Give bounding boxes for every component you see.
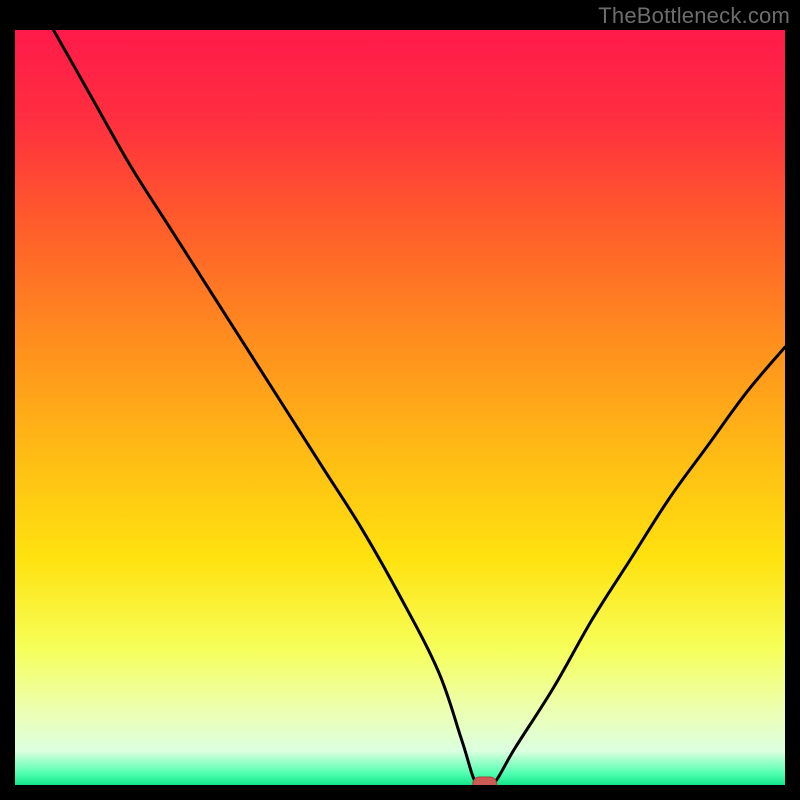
gradient-background: [15, 30, 785, 785]
bottleneck-chart: [15, 30, 785, 785]
optimal-marker: [473, 777, 497, 785]
watermark-text: TheBottleneck.com: [598, 3, 790, 29]
chart-frame: TheBottleneck.com: [0, 0, 800, 800]
plot-container: [15, 30, 785, 785]
